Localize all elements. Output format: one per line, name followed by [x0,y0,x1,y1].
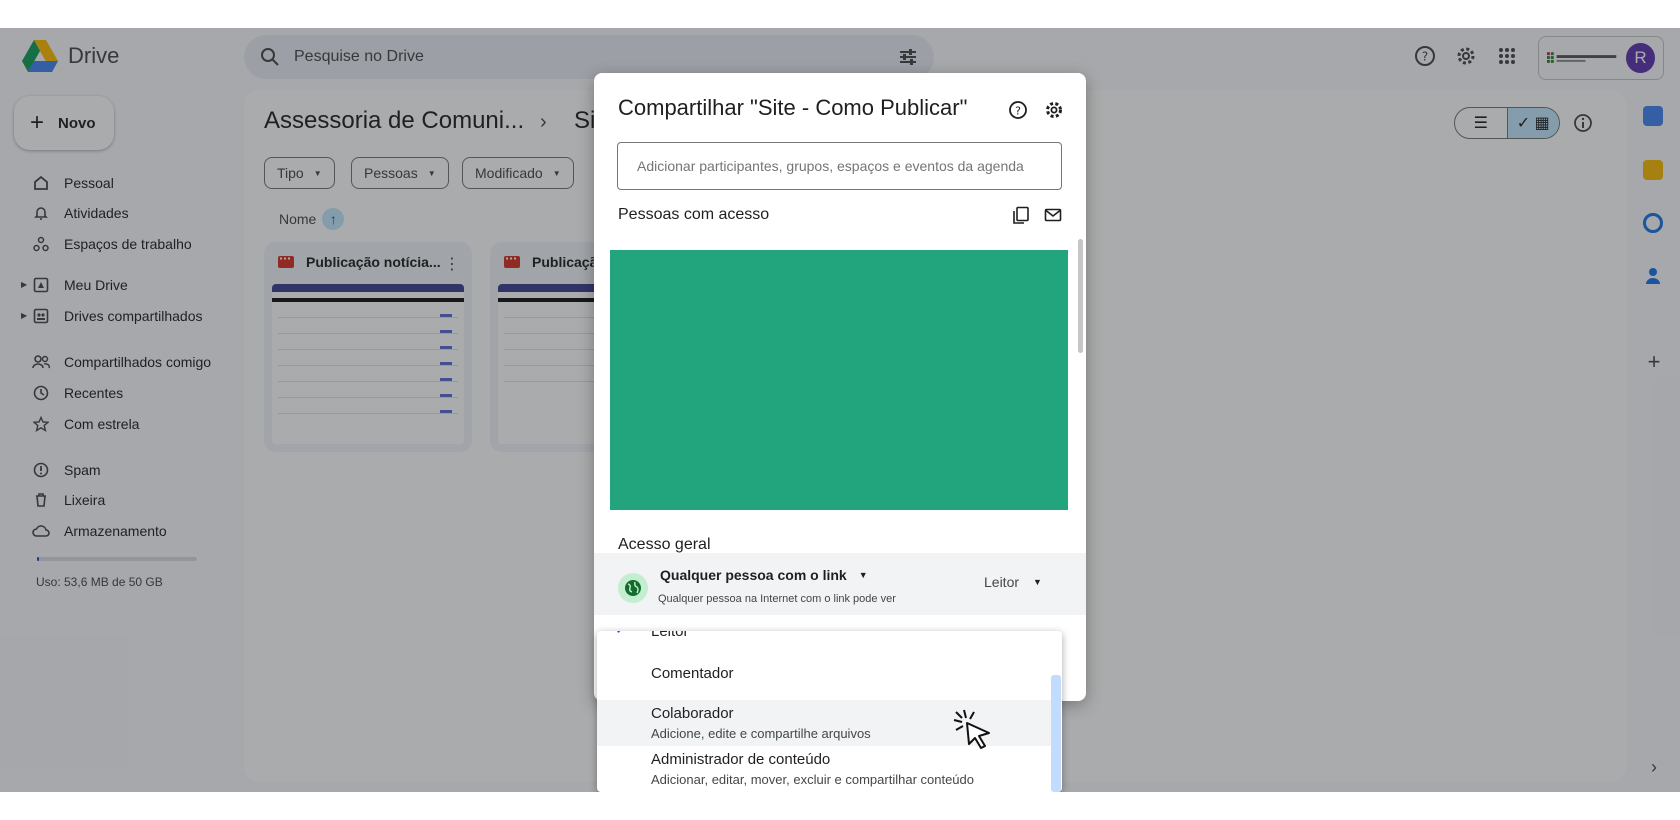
general-access-description: Qualquer pessoa na Internet com o link p… [658,593,896,605]
dialog-title: Compartilhar "Site - Como Publicar" [618,95,968,120]
general-access-dropdown[interactable]: Qualquer pessoa com o link ▼ [660,567,868,583]
click-cursor-icon [953,709,990,749]
general-access-row: Qualquer pessoa com o link ▼ Qualquer pe… [594,553,1086,615]
general-access-heading: Acesso geral [618,536,711,553]
add-people-input[interactable] [617,142,1062,190]
drive-window: Drive Pesquise no Drive ? R + Novo Pesso… [0,28,1680,792]
share-dialog: Compartilhar "Site - Como Publicar" ? Pe… [594,73,1086,701]
role-option-administrador[interactable]: Administrador de conteúdo Adicionar, edi… [597,746,1052,792]
globe-icon [618,573,648,603]
role-option-comentador[interactable]: Comentador [597,665,1052,697]
help-icon[interactable]: ? [1007,99,1029,121]
menu-scrollbar[interactable] [1051,675,1061,792]
role-option-label: Administrador de conteúdo [651,751,831,768]
svg-text:?: ? [1015,105,1021,118]
general-access-title: Qualquer pessoa com o link [660,567,847,583]
dialog-scrollbar[interactable] [1078,239,1083,353]
settings-icon[interactable] [1043,99,1065,121]
dropdown-arrow-icon: ▼ [858,570,868,580]
role-option-label: Comentador [651,665,734,682]
check-icon: ✓ [615,631,627,638]
redacted-people-list [610,250,1068,510]
role-label: Leitor [984,574,1020,590]
role-option-desc: Adicionar, editar, mover, excluir e comp… [651,772,975,787]
dropdown-arrow-icon: ▼ [1033,577,1042,587]
role-dropdown[interactable]: Leitor ▼ [984,574,1042,590]
copy-emails-icon[interactable] [1012,206,1030,229]
email-icon[interactable] [1044,206,1062,229]
role-option-label: Leitor [651,631,689,640]
role-option-leitor[interactable]: ✓ Leitor [597,631,1052,643]
people-with-access-heading: Pessoas com acesso [618,206,770,223]
